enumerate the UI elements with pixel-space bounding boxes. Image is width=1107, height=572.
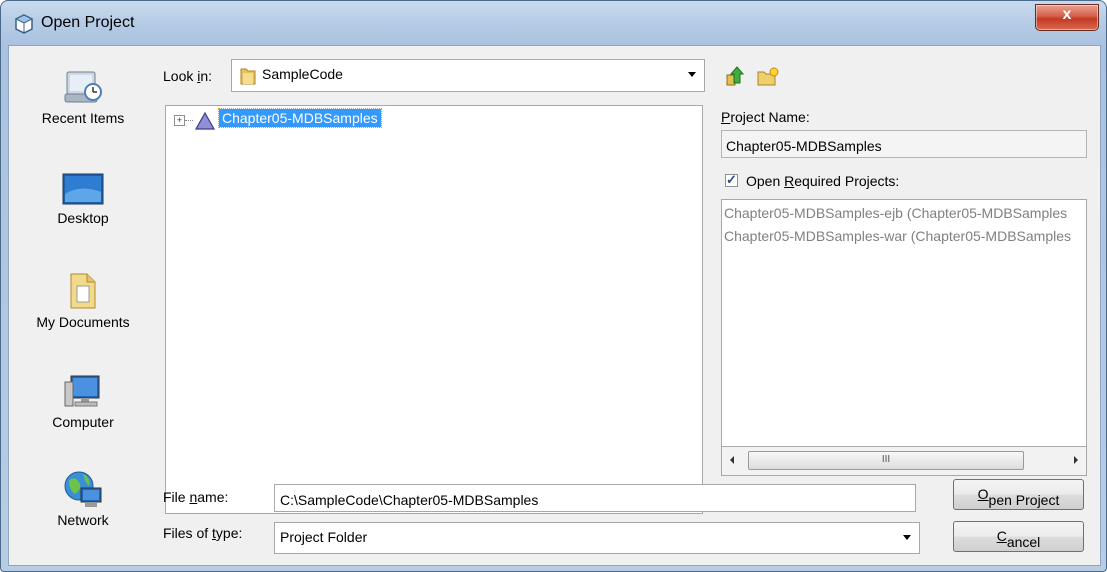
files-of-type-label: Files of type: bbox=[163, 525, 243, 541]
chevron-down-icon[interactable] bbox=[688, 72, 696, 77]
project-cube-icon bbox=[14, 14, 34, 34]
computer-icon bbox=[64, 375, 100, 407]
title-bar[interactable]: Open Project x bbox=[1, 1, 1106, 45]
open-required-label: Open Required Projects: bbox=[746, 173, 900, 189]
open-project-button[interactable]: Open Project bbox=[953, 479, 1084, 510]
place-computer[interactable]: Computer bbox=[9, 372, 157, 430]
scroll-right-icon[interactable] bbox=[1074, 456, 1078, 464]
project-name-field[interactable]: Chapter05-MDBSamples bbox=[721, 130, 1087, 158]
file-name-input[interactable]: C:\SampleCode\Chapter05-MDBSamples bbox=[274, 484, 916, 512]
place-label: Desktop bbox=[57, 210, 109, 226]
place-network[interactable]: Network bbox=[9, 468, 157, 528]
look-in-value: SampleCode bbox=[262, 66, 343, 82]
my-documents-icon bbox=[70, 273, 96, 309]
folder-icon bbox=[240, 68, 256, 85]
up-folder-icon[interactable] bbox=[725, 65, 745, 87]
expand-icon[interactable]: + bbox=[174, 115, 185, 126]
horizontal-scrollbar[interactable]: III bbox=[721, 446, 1087, 476]
required-projects-list[interactable]: Chapter05-MDBSamples-ejb (Chapter05-MDBS… bbox=[721, 199, 1087, 476]
tree-connector bbox=[185, 120, 193, 121]
chevron-down-icon[interactable] bbox=[903, 535, 911, 540]
new-folder-icon[interactable] bbox=[757, 67, 779, 87]
list-item[interactable]: Chapter05-MDBSamples-ejb (Chapter05-MDBS… bbox=[724, 205, 1067, 221]
network-icon bbox=[64, 471, 102, 507]
cancel-button[interactable]: Cancel bbox=[953, 521, 1084, 552]
files-of-type-dropdown[interactable]: Project Folder bbox=[274, 522, 920, 554]
files-of-type-value: Project Folder bbox=[280, 529, 368, 545]
close-icon: x bbox=[1062, 6, 1072, 23]
places-bar: Recent Items Desktop My Documents Comput… bbox=[9, 46, 157, 565]
look-in-label: Look in: bbox=[163, 68, 213, 84]
desktop-icon bbox=[62, 173, 104, 205]
place-label: Computer bbox=[52, 414, 114, 430]
project-tree[interactable]: + Chapter05-MDBSamples bbox=[165, 105, 703, 514]
scroll-left-icon[interactable] bbox=[730, 456, 734, 464]
place-label: Network bbox=[57, 512, 109, 528]
open-project-dialog: Open Project x Recent Items Desktop My D… bbox=[0, 0, 1107, 572]
place-my-documents[interactable]: My Documents bbox=[9, 270, 157, 330]
scrollbar-thumb[interactable]: III bbox=[748, 451, 1024, 470]
close-button[interactable]: x bbox=[1035, 4, 1099, 31]
place-recent-items[interactable]: Recent Items bbox=[9, 68, 157, 126]
tree-item-selected[interactable]: Chapter05-MDBSamples bbox=[218, 108, 382, 128]
place-label: Recent Items bbox=[41, 110, 125, 126]
file-name-label: File name: bbox=[163, 489, 229, 505]
window-title: Open Project bbox=[41, 14, 135, 31]
place-label: My Documents bbox=[36, 314, 130, 330]
look-in-dropdown[interactable]: SampleCode bbox=[231, 59, 705, 92]
project-name-label: Project Name: bbox=[721, 109, 810, 125]
place-desktop[interactable]: Desktop bbox=[9, 172, 157, 226]
project-triangle-icon bbox=[194, 111, 216, 130]
open-required-checkbox[interactable]: ✓ bbox=[725, 172, 738, 187]
list-item[interactable]: Chapter05-MDBSamples-war (Chapter05-MDBS… bbox=[724, 228, 1071, 244]
recent-items-icon bbox=[64, 71, 102, 103]
dialog-body: Recent Items Desktop My Documents Comput… bbox=[8, 45, 1101, 566]
